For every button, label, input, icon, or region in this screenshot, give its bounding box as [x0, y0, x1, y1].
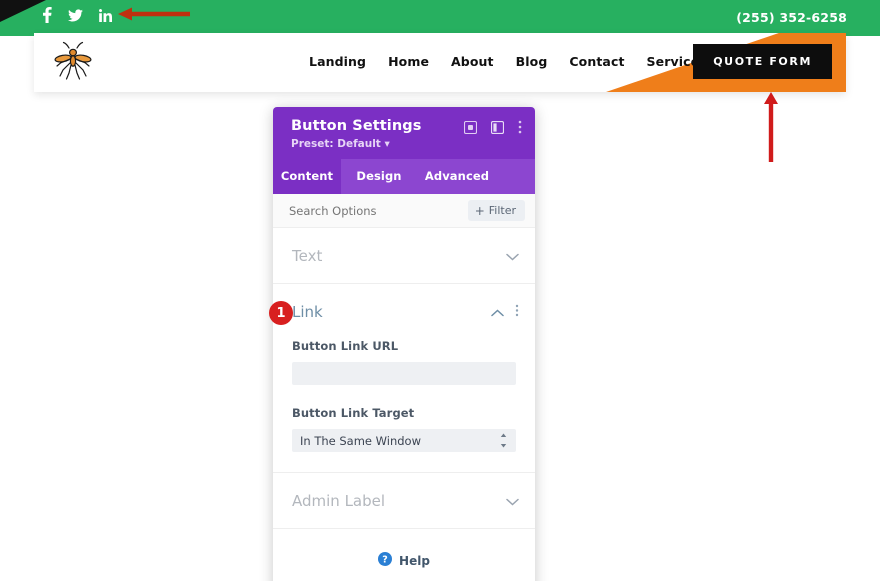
section-link-controls — [491, 302, 519, 321]
search-input[interactable] — [289, 201, 459, 220]
nav-item-home[interactable]: Home — [388, 54, 429, 69]
help-label: Help — [399, 553, 430, 568]
filter-label: Filter — [488, 204, 516, 217]
nav-item-service[interactable]: Service — [647, 54, 700, 69]
chevron-down-icon: ▾ — [384, 138, 390, 150]
section-link-header[interactable]: Link — [273, 284, 535, 339]
section-link: Link Button Link URL Button Link Target … — [273, 284, 535, 473]
stepper-arrows-icon[interactable] — [500, 433, 507, 451]
more-vertical-icon[interactable] — [515, 302, 519, 321]
more-vertical-icon[interactable] — [518, 120, 522, 134]
nav-item-contact[interactable]: Contact — [569, 54, 624, 69]
help-link[interactable]: ? Help — [273, 529, 535, 581]
button-link-target-select[interactable]: In The Same Window — [292, 429, 516, 452]
chevron-down-icon[interactable] — [506, 246, 519, 265]
annotation-marker-1: 1 — [269, 301, 293, 325]
nav-item-blog[interactable]: Blog — [516, 54, 548, 69]
section-text-header[interactable]: Text — [273, 228, 535, 283]
button-link-url-label: Button Link URL — [292, 339, 399, 353]
button-link-target-value: In The Same Window — [300, 433, 422, 448]
red-left-arrow-annotation — [118, 7, 190, 26]
site-logo[interactable] — [50, 39, 96, 85]
page-root: (255) 352-6258 Landing Home About Blog C… — [0, 0, 880, 581]
plus-icon: + — [474, 203, 485, 218]
nav-item-landing[interactable]: Landing — [309, 54, 366, 69]
filter-button[interactable]: + Filter — [467, 200, 525, 221]
linkedin-icon[interactable] — [99, 8, 112, 22]
section-link-body: Button Link URL Button Link Target In Th… — [273, 339, 535, 472]
tab-content[interactable]: Content — [273, 159, 341, 194]
modal-header: Button Settings Preset: Default ▾ — [273, 107, 535, 159]
field-spacer — [292, 385, 516, 406]
tab-advanced[interactable]: Advanced — [417, 159, 497, 194]
site-header: (255) 352-6258 Landing Home About Blog C… — [0, 0, 880, 162]
layout-icon[interactable] — [491, 120, 504, 134]
section-admin-label-header[interactable]: Admin Label — [273, 473, 535, 528]
nav-bar: Landing Home About Blog Contact Service … — [34, 33, 846, 92]
modal-header-icons — [464, 120, 522, 134]
section-text-controls — [506, 246, 519, 265]
help-icon: ? — [378, 551, 393, 570]
corner-decoration — [0, 0, 46, 22]
button-link-target-label: Button Link Target — [292, 406, 415, 420]
search-bar: + Filter — [273, 194, 535, 228]
section-admin-label-title: Admin Label — [292, 491, 386, 510]
button-settings-modal: Button Settings Preset: Default ▾ Conten… — [273, 107, 535, 581]
red-up-arrow-annotation — [760, 92, 782, 167]
facebook-icon[interactable] — [42, 7, 52, 23]
preset-label: Preset: Default — [291, 138, 381, 150]
phone-number[interactable]: (255) 352-6258 — [736, 10, 847, 25]
button-link-url-input[interactable] — [292, 362, 516, 385]
chevron-up-icon[interactable] — [491, 302, 504, 321]
tab-design[interactable]: Design — [341, 159, 417, 194]
target-icon[interactable] — [464, 120, 477, 134]
quote-form-button[interactable]: QUOTE FORM — [693, 44, 832, 79]
preset-selector[interactable]: Preset: Default ▾ — [291, 138, 519, 150]
section-admin-label: Admin Label — [273, 473, 535, 529]
section-link-title: Link — [292, 302, 323, 321]
section-text-title: Text — [292, 246, 323, 265]
chevron-down-icon[interactable] — [506, 491, 519, 510]
nav-item-about[interactable]: About — [451, 54, 494, 69]
section-text: Text — [273, 228, 535, 284]
section-admin-label-controls — [506, 491, 519, 510]
twitter-icon[interactable] — [68, 8, 83, 22]
svg-text:?: ? — [382, 555, 388, 566]
modal-tabs: Content Design Advanced — [273, 159, 535, 194]
top-bar: (255) 352-6258 — [0, 0, 880, 36]
social-links — [42, 7, 112, 23]
